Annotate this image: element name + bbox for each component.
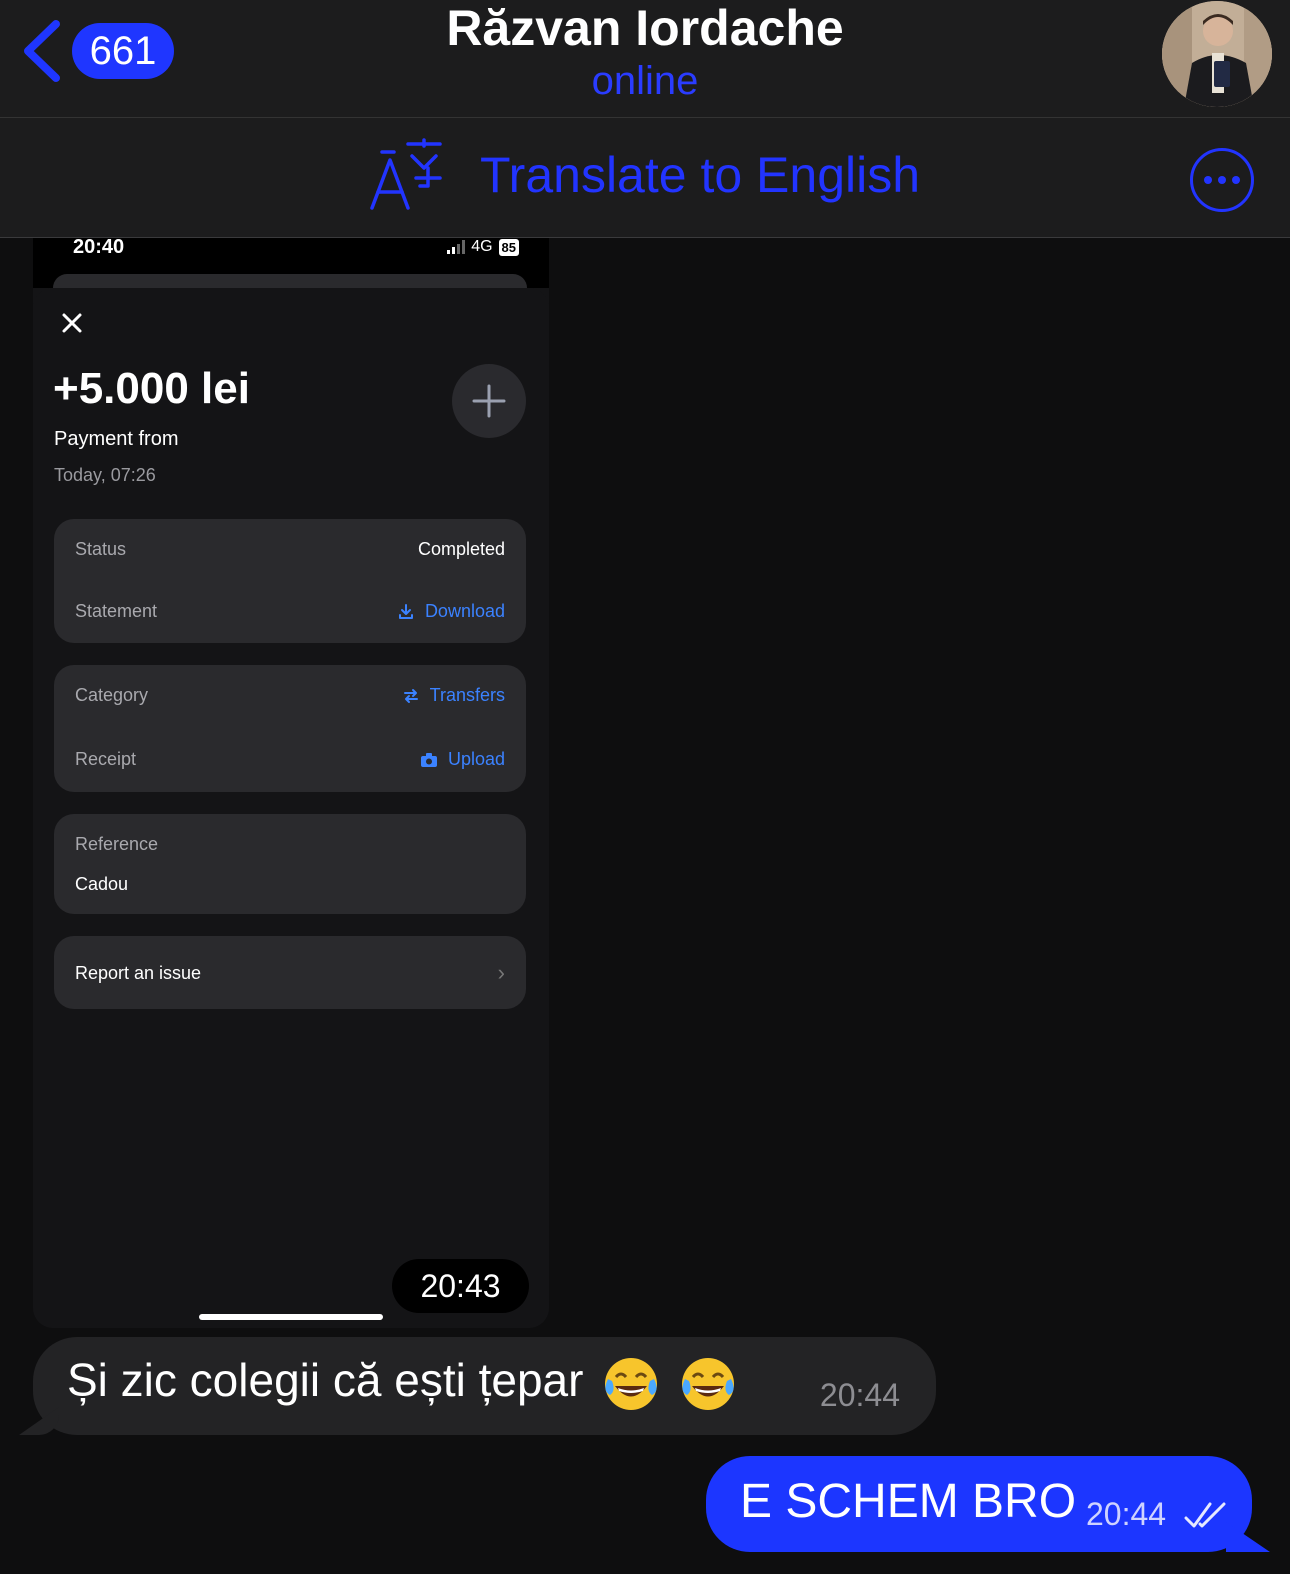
screenshot-timestamp: 20:43 (392, 1259, 529, 1313)
download-icon (398, 603, 413, 619)
category-value: Transfers (429, 685, 505, 705)
transaction-amount: +5.000 lei (53, 364, 250, 413)
reference-card: Reference Cadou (54, 814, 526, 914)
status-card: Status Completed Statement Download (54, 519, 526, 643)
plus-icon (472, 384, 506, 418)
chat-title-block[interactable]: Răzvan Iordache online (0, 0, 1290, 106)
phone-time: 20:40 (73, 238, 125, 258)
translate-button[interactable]: Translate to English (368, 138, 920, 212)
screenshot-message[interactable]: 20:40 4G 85 +5.000 lei Payment from Toda… (33, 238, 549, 1328)
status-row: Status Completed (75, 539, 505, 560)
status-value: Completed (417, 539, 505, 559)
chevron-right-icon: › (497, 960, 505, 985)
reference-label: Reference (75, 834, 159, 854)
chat-status: online (591, 59, 699, 103)
incoming-message[interactable]: Și zic colegii că ești țepar 20:44 (33, 1337, 936, 1435)
receipt-label: Receipt (75, 749, 137, 769)
report-issue-card[interactable]: Report an issue › (54, 936, 526, 1009)
upload-link[interactable]: Upload (420, 749, 505, 770)
battery-icon: 85 (498, 238, 519, 256)
status-label: Status (75, 539, 127, 559)
statement-row: Statement Download (75, 601, 505, 622)
home-indicator (199, 1314, 383, 1320)
receipt-row: Receipt Upload (75, 749, 505, 770)
statement-label: Statement (75, 601, 158, 621)
outgoing-message-time: 20:44 (1086, 1496, 1167, 1532)
transaction-sheet: +5.000 lei Payment from Today, 07:26 Sta… (33, 288, 549, 1328)
category-label: Category (75, 685, 149, 705)
translate-icon (370, 138, 442, 210)
translate-label: Translate to English (480, 147, 921, 203)
phone-status-bar: 20:40 4G 85 (33, 238, 549, 304)
tears-of-joy-emoji-icon (605, 1357, 658, 1410)
reference-row: Reference (75, 834, 505, 855)
more-dot-icon (1232, 176, 1240, 184)
chat-title: Răzvan Iordache (446, 0, 844, 56)
category-link[interactable]: Transfers (402, 685, 505, 706)
category-card: Category Transfers Receipt Upload (54, 665, 526, 792)
report-issue-label: Report an issue (75, 962, 202, 983)
signal-icon (447, 240, 466, 254)
report-row: Report an issue › (75, 960, 505, 986)
phone-signal: 4G 85 (447, 238, 519, 256)
close-icon[interactable] (59, 310, 85, 336)
chat-header: 661 Răzvan Iordache online (0, 0, 1290, 118)
download-label: Download (424, 601, 505, 621)
outgoing-message-text: E SCHEM BRO (740, 1475, 1077, 1528)
network-type: 4G (471, 238, 493, 255)
camera-icon (420, 752, 437, 767)
avatar-photo (1162, 1, 1272, 107)
transaction-date: Today, 07:26 (54, 465, 156, 485)
more-dot-icon (1204, 176, 1212, 184)
download-link[interactable]: Download (397, 601, 505, 622)
incoming-message-row: Și zic colegii că ești țepar (67, 1353, 737, 1413)
translate-bar: Translate to English (0, 118, 1290, 238)
category-row: Category Transfers (75, 685, 505, 706)
upload-label: Upload (447, 749, 505, 769)
avatar[interactable] (1162, 1, 1272, 107)
transfer-arrows-icon (403, 688, 418, 703)
reference-value: Cadou (75, 874, 129, 894)
outgoing-message[interactable]: E SCHEM BRO 20:44 (706, 1456, 1252, 1552)
more-dot-icon (1218, 176, 1226, 184)
more-options-button[interactable] (1190, 148, 1254, 212)
incoming-message-time: 20:44 (819, 1377, 900, 1413)
tears-of-joy-emoji-icon (682, 1357, 735, 1410)
read-receipt-icon (1184, 1502, 1226, 1528)
add-button[interactable] (452, 364, 526, 438)
incoming-message-text: Și zic colegii că ești țepar (67, 1354, 584, 1406)
payment-from-label: Payment from (54, 428, 179, 450)
